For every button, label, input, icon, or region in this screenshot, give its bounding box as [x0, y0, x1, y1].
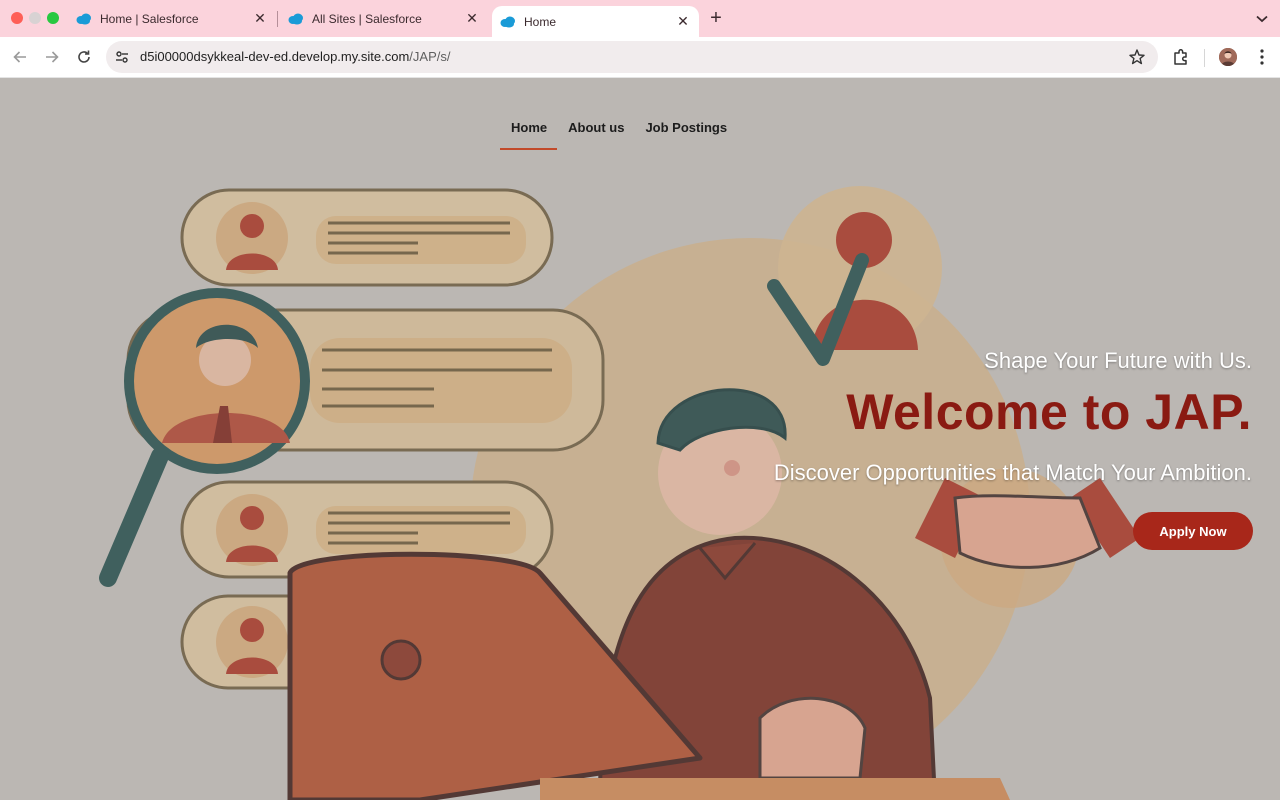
site-page: Home About us Job Postings Shape Your Fu…	[0, 78, 1280, 800]
nav-home[interactable]: Home	[500, 108, 558, 150]
salesforce-cloud-icon	[500, 16, 515, 27]
browser-tab-strip: Home | Salesforce ✕ All Sites | Salesfor…	[0, 0, 1280, 37]
url-text: d5i00000dsykkeal-dev-ed.develop.my.site.…	[140, 49, 450, 64]
tab-divider	[277, 11, 278, 27]
browser-toolbar: d5i00000dsykkeal-dev-ed.develop.my.site.…	[0, 37, 1280, 78]
close-icon[interactable]: ✕	[252, 10, 268, 27]
window-minimize-button[interactable]	[29, 12, 41, 24]
forward-arrow-icon[interactable]	[42, 47, 62, 67]
toolbar-divider	[1204, 49, 1205, 67]
hero-heading: Welcome to JAP.	[846, 384, 1252, 440]
address-bar[interactable]: d5i00000dsykkeal-dev-ed.develop.my.site.…	[106, 41, 1158, 73]
nav-job-postings[interactable]: Job Postings	[634, 108, 737, 150]
site-settings-icon[interactable]	[114, 49, 130, 65]
salesforce-cloud-icon	[76, 13, 91, 24]
plus-icon[interactable]: +	[706, 8, 726, 29]
browser-tab-all-sites[interactable]: All Sites | Salesforce ✕	[288, 0, 480, 37]
tab-title: Home | Salesforce	[100, 11, 199, 26]
back-arrow-icon[interactable]	[10, 47, 30, 67]
browser-tab-home-salesforce[interactable]: Home | Salesforce ✕	[76, 0, 268, 37]
hero-subheading: Discover Opportunities that Match Your A…	[773, 460, 1252, 485]
nav-about-us[interactable]: About us	[557, 108, 634, 150]
close-icon[interactable]: ✕	[675, 13, 691, 30]
salesforce-cloud-icon	[288, 13, 303, 24]
close-icon[interactable]: ✕	[464, 10, 480, 27]
site-nav: Home About us Job Postings	[500, 108, 737, 150]
apply-now-button[interactable]: Apply Now	[1133, 512, 1253, 550]
profile-avatar-icon[interactable]	[1219, 48, 1237, 66]
hero-tagline: Shape Your Future with Us.	[984, 348, 1252, 373]
reload-icon[interactable]	[74, 47, 94, 67]
bookmark-star-icon[interactable]	[1128, 48, 1146, 66]
url-host: d5i00000dsykkeal-dev-ed.develop.my.site.…	[140, 49, 410, 64]
chevron-down-icon[interactable]	[1252, 9, 1272, 29]
window-close-button[interactable]	[11, 12, 23, 24]
url-path: /JAP/s/	[409, 49, 451, 64]
extensions-icon[interactable]	[1171, 47, 1191, 67]
more-vert-icon[interactable]	[1252, 47, 1272, 67]
window-maximize-button[interactable]	[47, 12, 59, 24]
tab-title: Home	[524, 14, 557, 29]
browser-tab-home-active[interactable]: Home ✕	[492, 6, 699, 37]
tab-title: All Sites | Salesforce	[312, 11, 422, 26]
